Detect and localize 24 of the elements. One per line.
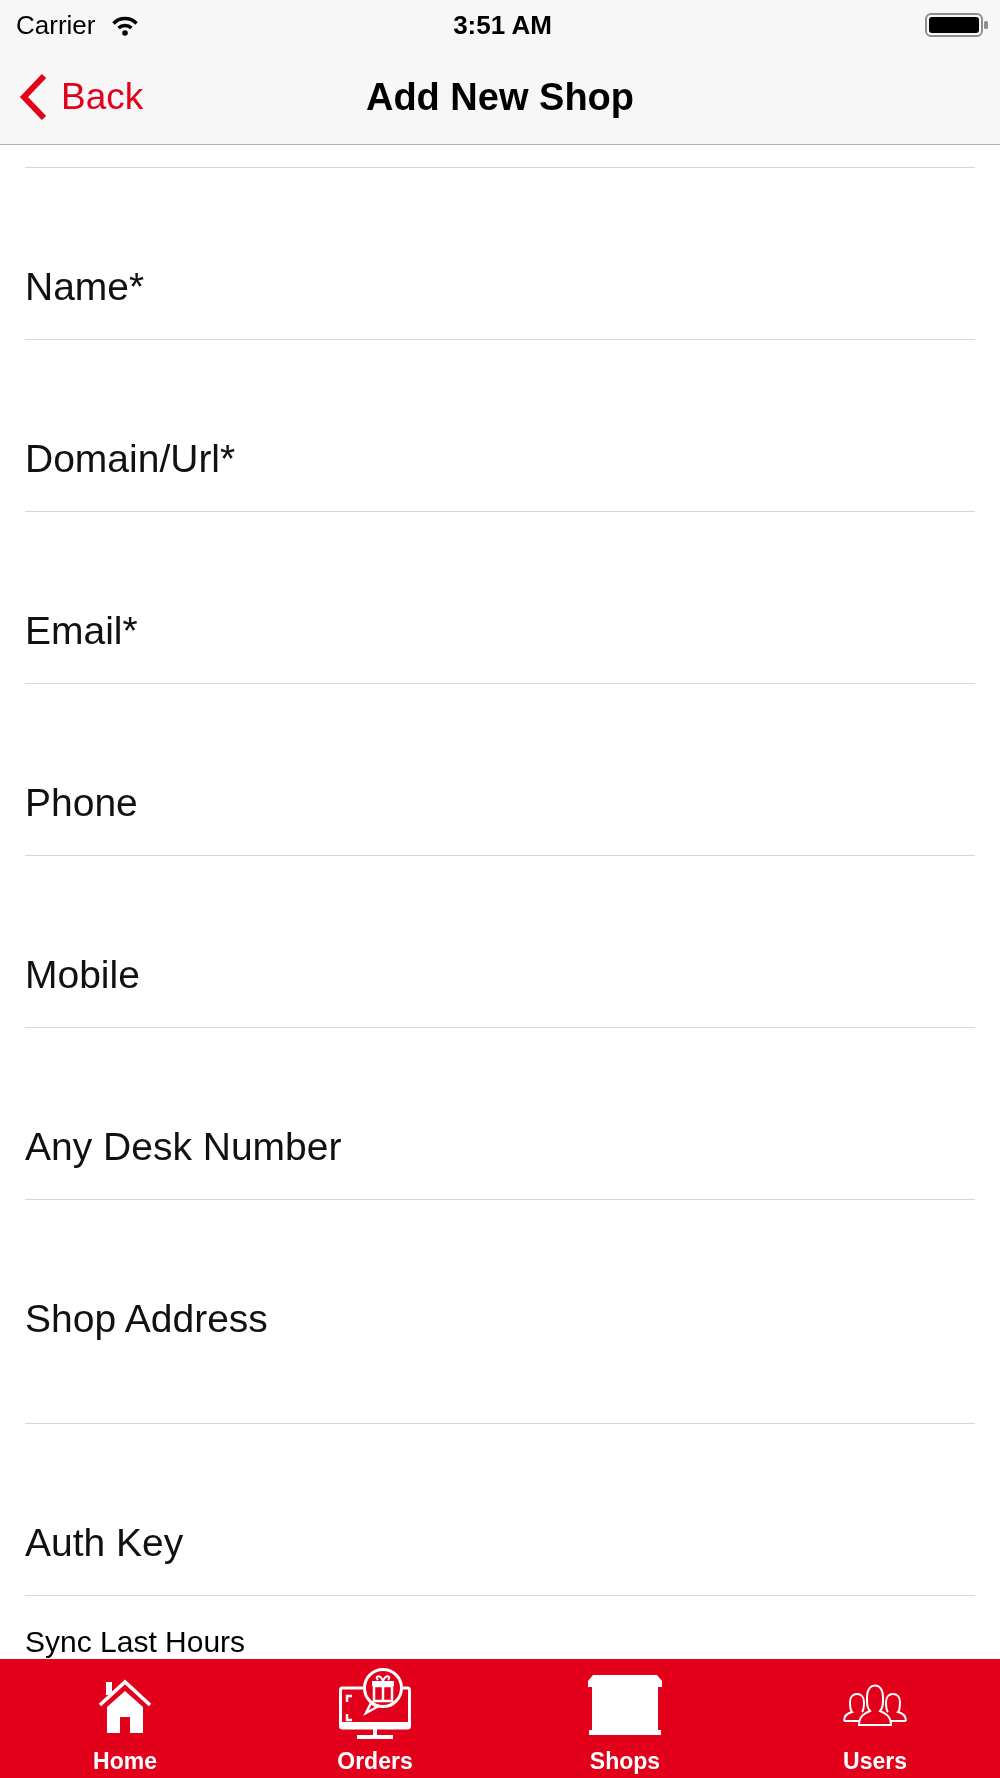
input-field[interactable]: Name*: [25, 168, 975, 340]
input-field[interactable]: Any Desk Number: [25, 1028, 975, 1200]
input-field[interactable]: Phone: [25, 684, 975, 856]
tab-bar-item[interactable]: Home: [0, 1659, 250, 1778]
house-icon: [97, 1677, 153, 1733]
users-icon: [843, 1684, 907, 1726]
tab-bar-item[interactable]: Shops: [500, 1659, 750, 1778]
tab-bar-item[interactable]: Orders: [250, 1659, 500, 1778]
tab-bar-item[interactable]: Users: [750, 1659, 1000, 1778]
battery-icon: [925, 13, 989, 37]
wifi-icon: [111, 14, 140, 36]
monitor-gift-icon: [339, 1668, 411, 1742]
carrier-name: Carrier: [16, 9, 96, 41]
input-field[interactable]: Email*: [25, 512, 975, 684]
back-button[interactable]: Back: [17, 73, 150, 121]
chevron-left-icon: [17, 73, 49, 121]
status-time: 3:51 AM: [453, 9, 552, 41]
field-label: Sync Last Hours: [25, 1624, 247, 1659]
input-field[interactable]: Auth Key: [25, 1424, 975, 1596]
input-field[interactable]: Domain/Url*: [25, 340, 975, 512]
storefront-icon: [588, 1675, 662, 1735]
input-field[interactable]: Mobile: [25, 856, 975, 1028]
screen-title: Add New Shop: [365, 75, 635, 119]
text-area-field[interactable]: Shop Address: [25, 1200, 975, 1424]
